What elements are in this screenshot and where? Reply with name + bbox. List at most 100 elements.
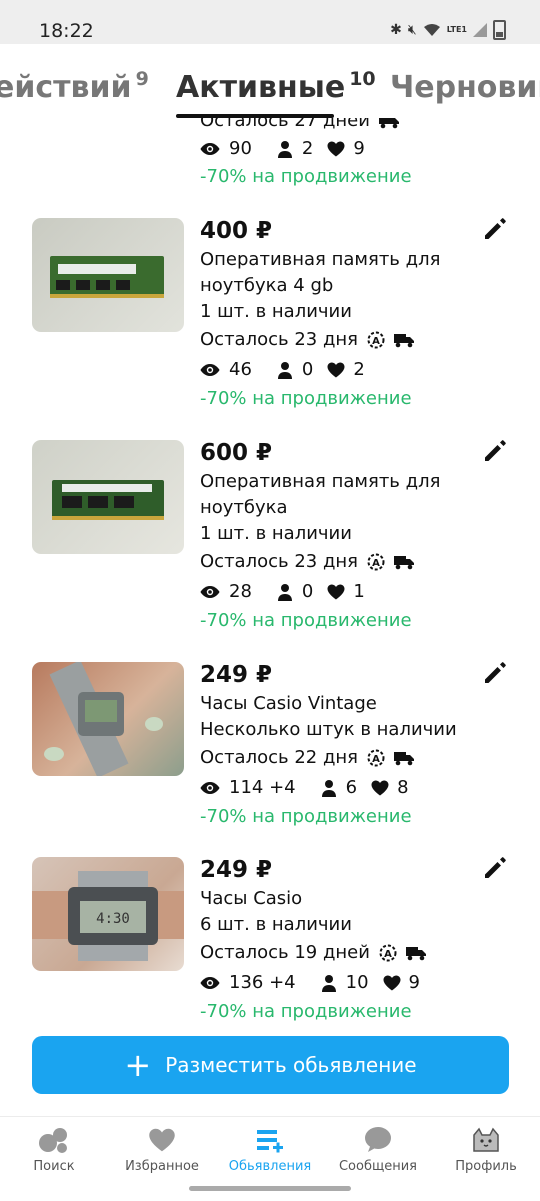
network-type: LTE1 — [446, 25, 467, 34]
item-title-line1[interactable]: Часы Casio — [200, 888, 302, 909]
edit-pencil-icon[interactable] — [482, 660, 508, 686]
remaining-days: Осталось 23 дня A — [200, 329, 415, 350]
contacts-stat: 0 — [277, 581, 313, 602]
likes-stat: 8 — [371, 777, 409, 798]
item-price: 249 ₽ — [200, 662, 273, 688]
tab-drafts[interactable]: Черновики — [390, 70, 540, 105]
item-photo[interactable] — [32, 440, 184, 554]
ram-module-image — [52, 480, 164, 520]
svg-text:A: A — [372, 754, 380, 765]
promo-label[interactable]: -70% на продвижение — [200, 388, 412, 409]
item-stock: 6 шт. в наличии — [200, 914, 352, 935]
item-stock: 1 шт. в наличии — [200, 523, 352, 544]
item-stats: 46 0 2 — [200, 359, 365, 380]
item-price: 249 ₽ — [200, 857, 273, 883]
person-icon — [277, 583, 292, 601]
status-bar: 18:22 ✱ 🔇︎ LTE1 — [0, 0, 540, 44]
auto-renew-icon: A — [367, 749, 385, 766]
auto-renew-icon: A — [379, 944, 397, 961]
status-icons: ✱ 🔇︎ LTE1 — [390, 20, 506, 40]
post-listing-button[interactable]: + Разместить обьявление — [32, 1036, 509, 1094]
listings-list[interactable]: Осталось 27 дней 90 2 9 -70% на продвиже… — [0, 118, 540, 1038]
promo-label[interactable]: -70% на продвижение — [200, 166, 412, 187]
remaining-days: Осталось 27 дней — [200, 118, 400, 131]
remaining-days: Осталось 23 дня A — [200, 551, 415, 572]
ram-module-image — [50, 256, 164, 298]
watch-image — [44, 662, 163, 776]
signal-icon — [473, 23, 487, 37]
delivery-truck-icon — [394, 751, 414, 765]
auto-renew-icon: A — [367, 553, 385, 570]
remaining-days: Осталось 22 дня A — [200, 747, 415, 768]
edit-pencil-icon[interactable] — [482, 438, 508, 464]
person-icon — [321, 974, 336, 992]
post-listing-label: Разместить обьявление — [165, 1053, 417, 1077]
likes-stat: 9 — [327, 138, 365, 159]
edit-pencil-icon[interactable] — [482, 216, 508, 242]
views-stat: 114 +4 — [200, 777, 296, 798]
eye-icon — [200, 781, 220, 794]
likes-stat: 2 — [327, 359, 365, 380]
nav-listings[interactable]: Обьявления — [216, 1125, 324, 1174]
item-title-line1[interactable]: Оперативная память для — [200, 249, 440, 270]
item-price: 600 ₽ — [200, 440, 273, 466]
item-title-line2[interactable]: ноутбука 4 gb — [200, 275, 333, 296]
eye-icon — [200, 363, 220, 376]
item-stats: 114 +4 6 8 — [200, 777, 409, 798]
svg-text:A: A — [384, 949, 392, 960]
likes-stat: 1 — [327, 581, 365, 602]
watch-on-wrist-image: 4:30 — [32, 871, 184, 961]
search-bubbles-icon — [39, 1128, 67, 1153]
remaining-days: Осталось 19 дней A — [200, 942, 427, 963]
edit-pencil-icon[interactable] — [482, 855, 508, 881]
views-stat: 136 +4 — [200, 972, 296, 993]
svg-text:4:30: 4:30 — [96, 911, 130, 927]
heart-icon — [383, 975, 401, 990]
delivery-truck-icon — [378, 118, 399, 128]
delivery-truck-icon — [405, 946, 426, 960]
nav-profile[interactable]: Профиль — [432, 1125, 540, 1174]
nav-search[interactable]: Поиск — [0, 1125, 108, 1174]
tab-sold[interactable]: ействий 9 — [0, 68, 149, 105]
listing-tabs: ействий9 Активные10 Черновики — [0, 44, 540, 118]
views-stat: 46 — [200, 359, 252, 380]
contacts-stat: 10 — [321, 972, 369, 993]
auto-renew-icon: A — [367, 331, 385, 348]
contacts-stat: 6 — [321, 777, 357, 798]
home-indicator[interactable] — [189, 1186, 351, 1191]
battery-icon — [493, 20, 506, 40]
chat-bubble-icon — [365, 1127, 391, 1152]
wifi-icon — [423, 24, 440, 36]
eye-icon — [200, 142, 220, 155]
plus-icon: + — [124, 1046, 152, 1084]
item-photo[interactable] — [32, 662, 184, 776]
promo-label[interactable]: -70% на продвижение — [200, 806, 412, 827]
item-photo[interactable]: 4:30 — [32, 857, 184, 971]
bluetooth-icon: ✱ — [390, 22, 402, 38]
promo-label[interactable]: -70% на продвижение — [200, 610, 412, 631]
nav-messages[interactable]: Сообщения — [324, 1125, 432, 1174]
views-stat: 28 — [200, 581, 252, 602]
item-stats: 136 +4 10 9 — [200, 972, 420, 993]
item-photo[interactable] — [32, 218, 184, 332]
heart-icon — [371, 780, 389, 795]
item-title-line1[interactable]: Оперативная память для — [200, 471, 440, 492]
nav-favorites[interactable]: Избранное — [108, 1125, 216, 1174]
views-stat: 90 — [200, 138, 252, 159]
likes-stat: 9 — [383, 972, 420, 993]
listings-add-icon — [257, 1130, 283, 1153]
tab-active[interactable]: Активные 10 — [176, 68, 376, 105]
item-price: 400 ₽ — [200, 218, 273, 244]
heart-icon — [327, 362, 345, 377]
mute-icon: 🔇︎ — [407, 22, 417, 38]
item-title-line1[interactable]: Часы Casio Vintage — [200, 693, 377, 714]
item-stock: Несколько штук в наличии — [200, 719, 457, 740]
item-stats: 28 0 1 — [200, 581, 365, 602]
item-stats: 90 2 9 — [200, 138, 365, 159]
promo-label[interactable]: -70% на продвижение — [200, 1001, 412, 1022]
item-title-line2[interactable]: ноутбука — [200, 497, 288, 518]
contacts-stat: 2 — [277, 138, 313, 159]
delivery-truck-icon — [394, 555, 414, 569]
delivery-truck-icon — [394, 333, 414, 347]
person-icon — [277, 140, 292, 158]
